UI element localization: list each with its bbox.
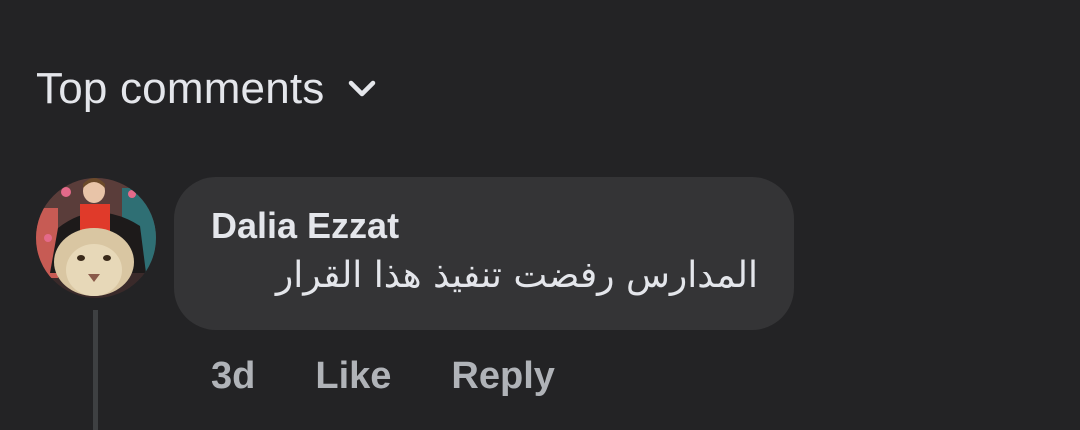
avatar[interactable] (36, 178, 156, 298)
chevron-down-icon (347, 79, 377, 99)
comment-bubble: Dalia Ezzat المدارس رفضت تنفيذ هذا القرا… (174, 177, 794, 330)
comments-sort-label: Top comments (36, 64, 325, 113)
comment-actions: 3d Like Reply (211, 352, 555, 400)
comment-timestamp[interactable]: 3d (211, 355, 255, 398)
like-button[interactable]: Like (315, 355, 391, 398)
thread-line (93, 310, 98, 430)
comment-text: المدارس رفضت تنفيذ هذا القرار (275, 255, 758, 296)
comment-author[interactable]: Dalia Ezzat (211, 205, 399, 247)
comments-sort-dropdown[interactable]: Top comments (36, 62, 377, 116)
reply-button[interactable]: Reply (451, 355, 554, 398)
